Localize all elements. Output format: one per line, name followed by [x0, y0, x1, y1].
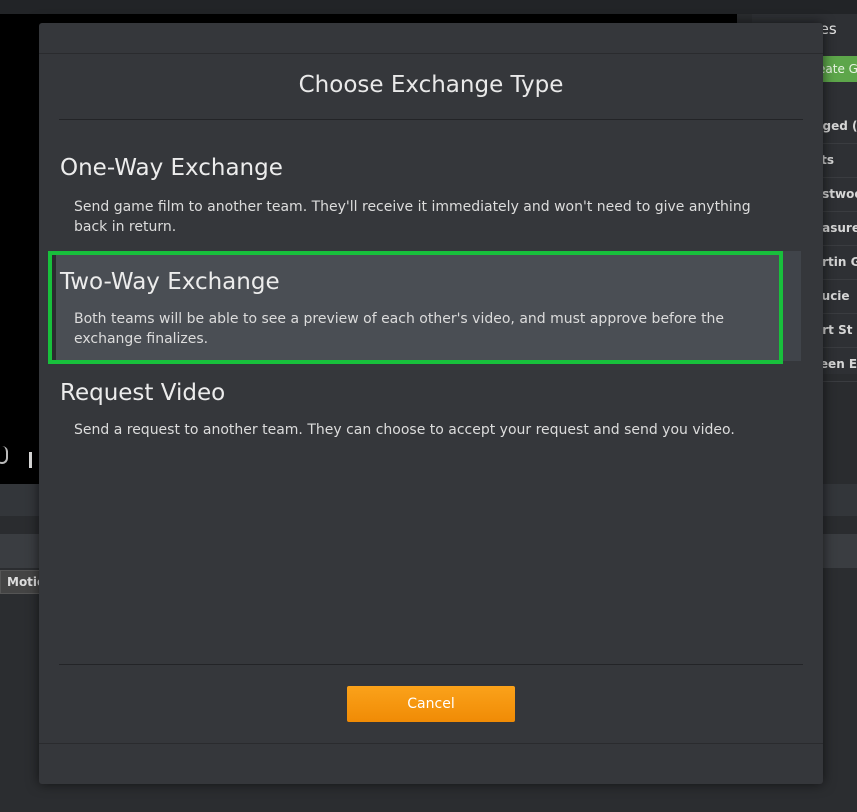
option-title: One-Way Exchange	[60, 155, 283, 181]
option-title: Two-Way Exchange	[60, 269, 280, 295]
option-one-way-exchange[interactable]: One-Way Exchange Send game film to anoth…	[52, 143, 801, 243]
option-description: Both teams will be able to see a preview…	[74, 311, 725, 347]
divider	[39, 743, 823, 744]
modal-title: Choose Exchange Type	[298, 72, 564, 98]
divider	[59, 119, 803, 120]
option-hover-edge	[782, 251, 801, 361]
top-bar	[0, 0, 857, 14]
divider	[39, 53, 823, 54]
option-request-video[interactable]: Request Video Send a request to another …	[52, 368, 801, 448]
option-two-way-exchange[interactable]: Two-Way Exchange Both teams will be able…	[48, 251, 783, 364]
replay-icon[interactable]	[0, 446, 8, 464]
cancel-button[interactable]: Cancel	[347, 686, 515, 722]
option-description: Send game film to another team. They'll …	[74, 199, 751, 235]
option-title: Request Video	[60, 380, 226, 406]
option-description: Send a request to another team. They can…	[74, 422, 735, 438]
divider	[59, 664, 803, 665]
exchange-type-modal: Choose Exchange Type One-Way Exchange Se…	[39, 23, 823, 784]
playhead-icon[interactable]	[29, 452, 32, 468]
